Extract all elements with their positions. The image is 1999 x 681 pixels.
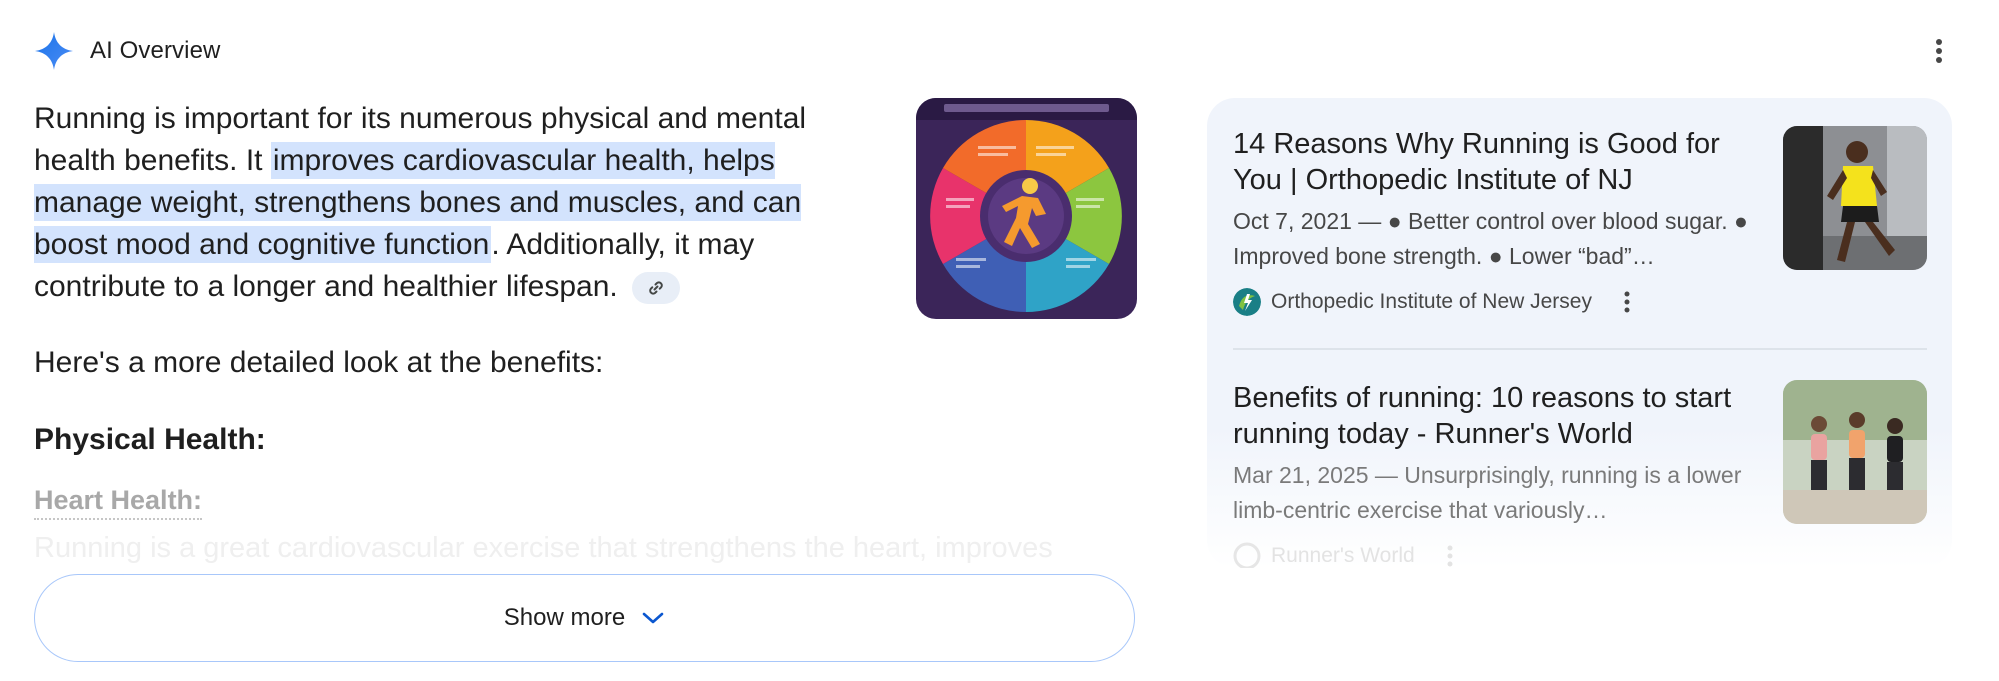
source-divider: [1233, 348, 1927, 350]
source-more-button[interactable]: [1435, 541, 1465, 568]
citation-link-button[interactable]: [632, 272, 681, 305]
heart-health-heading[interactable]: Heart Health:: [34, 482, 203, 520]
more-options-button[interactable]: [1920, 32, 1958, 70]
source-more-button[interactable]: [1612, 287, 1642, 317]
header-title: AI Overview: [90, 37, 221, 64]
source-snippet: Oct 7, 2021 — ● Better control over bloo…: [1233, 208, 1748, 269]
more-vert-icon: [1624, 291, 1630, 313]
ai-overview-header: AI Overview: [34, 30, 220, 72]
source-card[interactable]: Benefits of running: 10 reasons to start…: [1233, 380, 1927, 568]
source-name: Runner's World: [1271, 544, 1415, 567]
running-benefits-infographic[interactable]: [916, 98, 1137, 319]
runners-world-favicon: [1233, 542, 1261, 568]
sparkle-icon: [35, 32, 73, 70]
link-icon: [649, 281, 663, 295]
more-vert-icon: [1936, 39, 1942, 63]
chevron-down-icon: [642, 612, 664, 624]
more-vert-icon: [1447, 545, 1453, 567]
sources-panel: 14 Reasons Why Running is Good for You |…: [1207, 98, 1952, 568]
oinj-favicon: [1233, 288, 1261, 316]
runner-yellow-shirt-photo: [1783, 126, 1927, 270]
show-more-button[interactable]: Show more: [34, 574, 1135, 662]
source-name: Orthopedic Institute of New Jersey: [1271, 290, 1592, 313]
source-snippet: Mar 21, 2025 — Unsurprisingly, running i…: [1233, 462, 1742, 523]
three-women-running-photo: [1783, 380, 1927, 524]
source-card[interactable]: 14 Reasons Why Running is Good for You |…: [1233, 126, 1927, 320]
overview-answer: Running is important for its numerous ph…: [34, 98, 879, 308]
source-attribution: Orthopedic Institute of New Jersey: [1233, 284, 1927, 320]
source-title[interactable]: 14 Reasons Why Running is Good for You |…: [1233, 126, 1773, 198]
detail-intro: Here's a more detailed look at the benef…: [34, 346, 604, 379]
show-more-label: Show more: [503, 604, 626, 631]
faded-paragraph: Running is a great cardiovascular exerci…: [34, 532, 1053, 564]
source-attribution: Runner's World: [1233, 538, 1927, 568]
physical-health-heading: Physical Health:: [34, 423, 266, 456]
source-title[interactable]: Benefits of running: 10 reasons to start…: [1233, 380, 1773, 452]
